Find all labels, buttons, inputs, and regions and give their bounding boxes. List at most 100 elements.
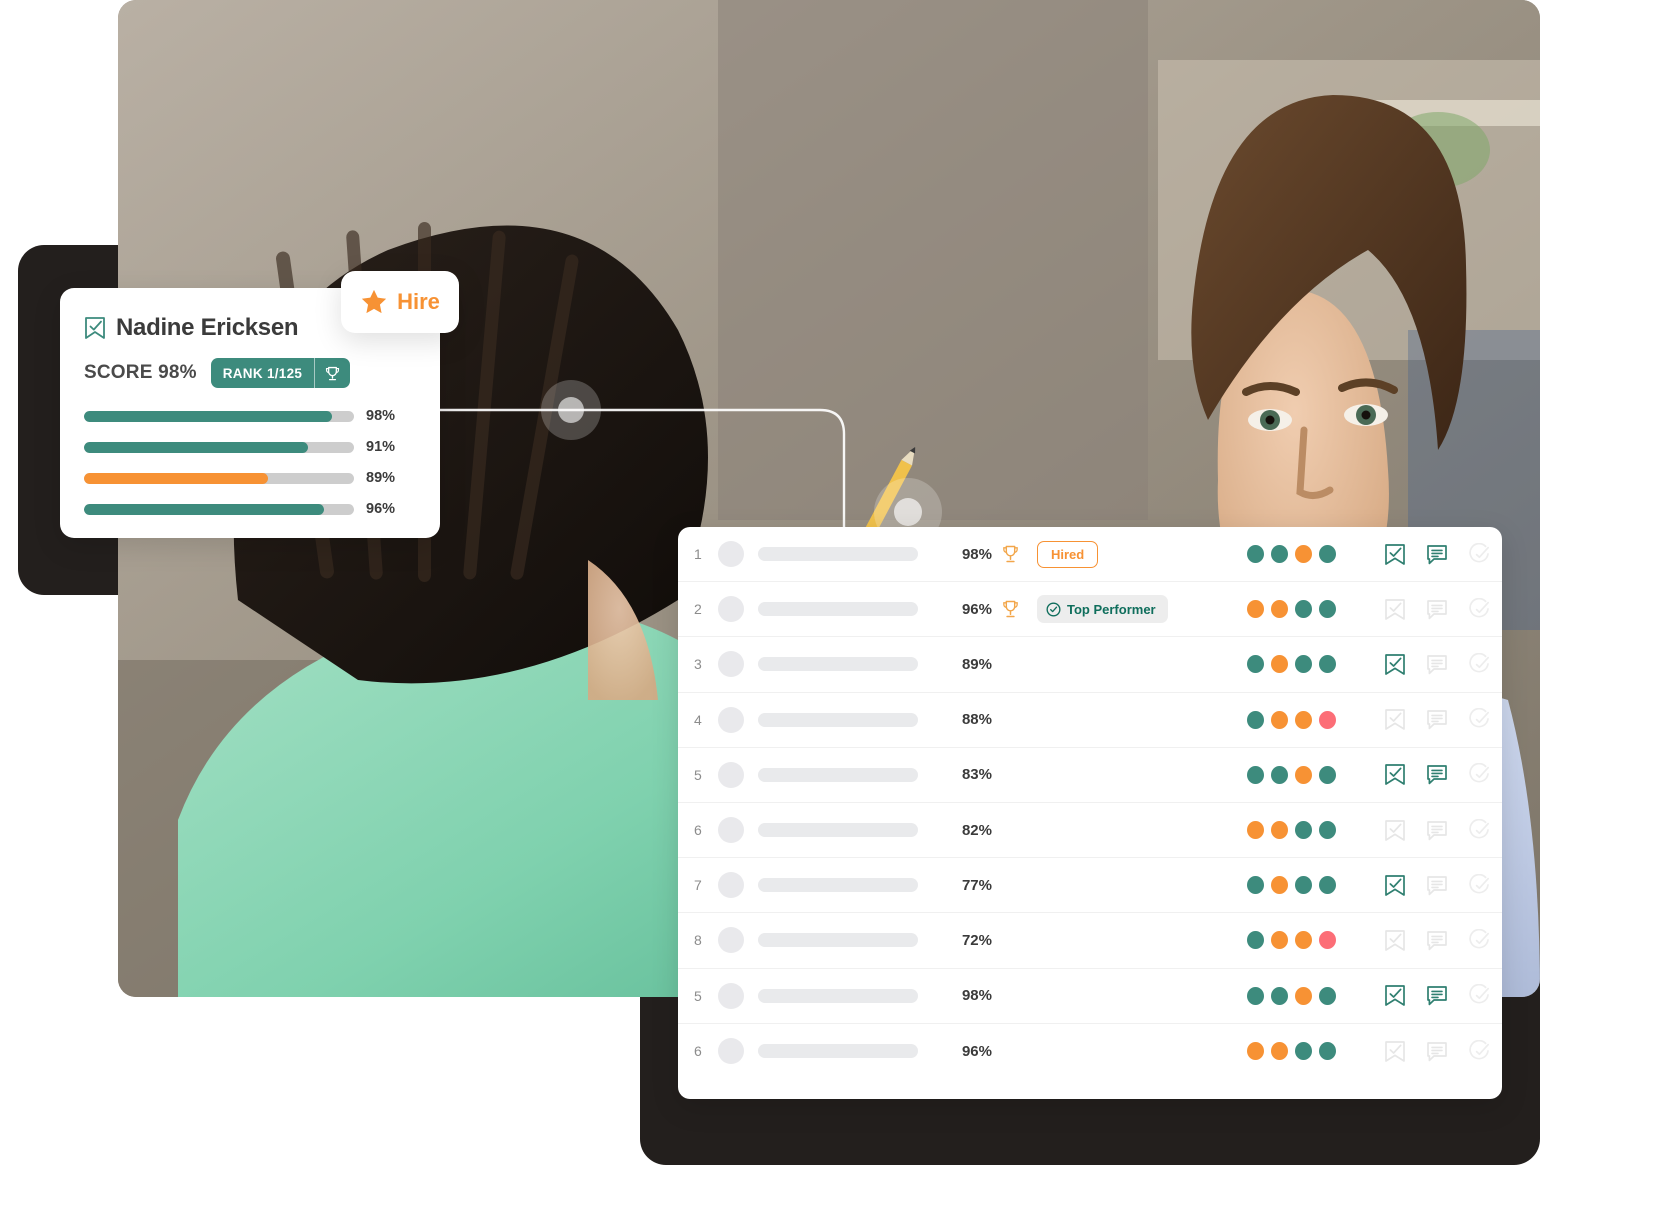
row-rank-number: 6 [694,822,702,839]
rating-dot [1319,710,1336,729]
comment-icon[interactable] [1426,598,1448,621]
table-row[interactable]: 6 96% [678,1024,1502,1079]
trophy-icon [314,358,350,388]
rating-dot [1247,545,1264,564]
score-bar-track [84,410,354,422]
comment-icon[interactable] [1426,543,1448,566]
rating-dots [1247,821,1336,840]
table-row[interactable]: 1 98% Hired [678,527,1502,583]
row-trophy-slot [1001,599,1023,620]
rating-dot [1295,931,1312,950]
table-row[interactable]: 8 72% [678,913,1502,969]
rating-dot [1247,710,1264,729]
edit-pencil-icon[interactable] [1468,984,1490,1007]
row-rank-number: 7 [694,877,702,894]
score-bar-track [84,503,354,515]
row-score-percent: 96% [961,600,992,618]
table-row[interactable]: 2 96% Top Performer [678,582,1502,638]
table-row[interactable]: 5 98% [678,969,1502,1024]
rating-dots [1247,986,1336,1005]
comment-icon[interactable] [1426,763,1448,786]
status-badge-label: Top Performer [1067,601,1156,617]
table-row[interactable]: 6 82% [678,803,1502,859]
row-rank-number: 5 [694,766,702,783]
bookmark-check-icon[interactable] [1384,984,1406,1007]
bookmark-check-icon[interactable] [1384,708,1406,731]
table-row[interactable]: 5 83% [678,748,1502,803]
table-row[interactable]: 4 88% [678,693,1502,748]
edit-pencil-icon[interactable] [1468,928,1490,952]
rating-dot [1271,655,1288,674]
row-badge-slot: Top Performer [1037,595,1168,624]
edit-pencil-icon[interactable] [1468,597,1490,621]
rating-dot [1247,765,1264,784]
status-badge-hired[interactable]: Hired [1037,540,1099,568]
row-score-percent: 82% [961,821,992,839]
score-value: 98% [158,362,197,383]
edit-pencil-icon[interactable] [1468,542,1490,566]
comment-icon[interactable] [1426,819,1448,842]
rating-dots [1247,710,1336,729]
score-bar-row: 89% [84,470,416,486]
edit-pencil-icon[interactable] [1468,763,1490,786]
edit-pencil-icon[interactable] [1468,708,1490,731]
rating-dot [1271,931,1288,950]
table-row[interactable]: 7 77% [678,858,1502,914]
rating-dots [1247,545,1336,564]
bookmark-check-icon[interactable] [1384,1040,1406,1063]
candidate-name-placeholder [758,823,918,838]
avatar [718,596,744,623]
row-score-percent: 98% [961,545,992,563]
rating-dot [1271,1042,1288,1061]
comment-icon[interactable] [1426,653,1448,676]
avatar [718,1038,744,1065]
score-bar-value: 98% [366,408,396,424]
bookmark-check-icon[interactable] [1384,543,1406,566]
rating-dot [1295,986,1312,1005]
score-bar-value: 96% [366,501,396,517]
comment-icon[interactable] [1426,708,1448,731]
row-score-percent: 96% [961,1042,992,1060]
comment-icon[interactable] [1426,1040,1448,1063]
rating-dot [1247,1042,1264,1061]
rating-dot [1295,545,1312,564]
hire-label: Hire [397,289,440,314]
row-trophy-slot [1001,544,1023,565]
row-actions [1384,597,1490,621]
avatar [718,872,744,899]
score-bar-track [84,441,354,453]
table-row[interactable]: 3 89% [678,637,1502,693]
bookmark-check-icon[interactable] [84,316,106,340]
edit-pencil-icon[interactable] [1468,1039,1490,1063]
row-score-percent: 98% [961,987,992,1005]
row-actions [1384,652,1490,676]
candidate-name-placeholder [758,657,918,672]
rating-dot [1295,821,1312,840]
rating-dots [1247,765,1336,784]
score-bar-fill [84,410,333,422]
edit-pencil-icon[interactable] [1468,818,1490,842]
edit-pencil-icon[interactable] [1468,652,1490,676]
edit-pencil-icon[interactable] [1468,873,1490,897]
comment-icon[interactable] [1426,929,1448,952]
comment-icon[interactable] [1426,874,1448,897]
rating-dot [1319,986,1336,1005]
score-bar-row: 96% [84,501,416,517]
rating-dot [1247,986,1264,1005]
rating-dot [1247,821,1264,840]
bookmark-check-icon[interactable] [1384,763,1406,786]
comment-icon[interactable] [1426,984,1448,1007]
rank-pill[interactable]: RANK 1/125 [210,358,351,388]
rating-dot [1295,655,1312,674]
rating-dot [1247,876,1264,895]
bookmark-check-icon[interactable] [1384,598,1406,621]
row-rank-number: 4 [694,711,702,728]
score-bar-track [84,472,354,484]
bookmark-check-icon[interactable] [1384,653,1406,676]
bookmark-check-icon[interactable] [1384,929,1406,952]
hire-badge[interactable]: Hire [341,271,459,333]
bookmark-check-icon[interactable] [1384,874,1406,897]
bookmark-check-icon[interactable] [1384,819,1406,842]
status-badge-top-performer[interactable]: Top Performer [1037,595,1168,624]
score-bar-value: 89% [366,470,396,486]
